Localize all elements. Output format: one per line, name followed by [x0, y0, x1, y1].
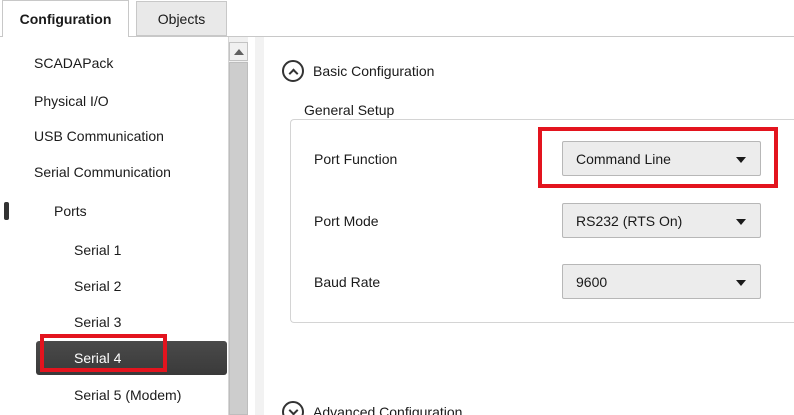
tab-objects[interactable]: Objects — [136, 1, 227, 36]
select-value: 9600 — [576, 273, 608, 290]
tree-item-label: Serial 1 — [74, 242, 122, 258]
tree-item-label: Serial 3 — [74, 314, 122, 330]
tree-item-scadapack[interactable]: SCADAPack — [0, 46, 228, 80]
dropdown-arrow-icon — [736, 219, 746, 225]
port-mode-label: Port Mode — [314, 213, 379, 229]
tree-item-label: Serial 2 — [74, 278, 122, 294]
tree-item-serial-communication[interactable]: Serial Communication — [0, 155, 228, 189]
section-title: Basic Configuration — [313, 63, 435, 79]
tree-item-label: Ports — [54, 203, 87, 219]
scroll-up-button[interactable] — [229, 42, 248, 61]
tree-item-label: Serial 4 — [74, 350, 122, 366]
tab-label: Objects — [157, 10, 206, 27]
select-value: RS232 (RTS On) — [576, 212, 683, 229]
tab-strip: Configuration Objects — [0, 0, 794, 38]
tree-item-physical-io[interactable]: Physical I/O — [0, 84, 228, 118]
tab-label: Configuration — [19, 11, 112, 27]
tree-item-serial-4[interactable]: Serial 4 — [36, 341, 227, 375]
advanced-configuration-header[interactable]: Advanced Configuration — [282, 401, 462, 415]
tree-item-usb-communication[interactable]: USB Communication — [0, 119, 228, 153]
tree-item-ports[interactable]: Ports — [0, 194, 228, 228]
expand-down-icon[interactable] — [282, 401, 304, 415]
baud-rate-label: Baud Rate — [314, 274, 381, 290]
dropdown-arrow-icon — [736, 157, 746, 163]
scrollbar-thumb[interactable] — [229, 62, 248, 415]
baud-rate-select[interactable]: 9600 — [562, 264, 761, 299]
dropdown-arrow-icon — [736, 280, 746, 286]
port-function-label: Port Function — [314, 151, 398, 167]
port-mode-select[interactable]: RS232 (RTS On) — [562, 203, 761, 238]
tree-item-label: Serial Communication — [34, 164, 171, 180]
tree-item-label: USB Communication — [34, 128, 164, 144]
section-title: Advanced Configuration — [313, 404, 463, 415]
tree-item-serial-2[interactable]: Serial 2 — [0, 269, 228, 303]
tree-item-serial-5-modem[interactable]: Serial 5 (Modem) — [0, 378, 228, 412]
tree-scrollbar[interactable] — [228, 37, 248, 415]
tree-item-serial-3[interactable]: Serial 3 — [0, 305, 228, 339]
tree-item-label: SCADAPack — [34, 55, 114, 71]
tree-item-label: Serial 5 (Modem) — [74, 387, 182, 403]
tree-item-label: Physical I/O — [34, 93, 109, 109]
config-tree: SCADAPack Physical I/O USB Communication… — [0, 37, 228, 415]
configuration-panel: Basic Configuration General Setup Port F… — [264, 37, 794, 415]
app-window: Configuration Objects SCADAPack Physical… — [0, 0, 794, 415]
collapse-up-icon[interactable] — [282, 60, 304, 82]
group-title: General Setup — [300, 102, 399, 118]
select-value: Command Line — [576, 150, 671, 167]
arrow-up-icon — [233, 48, 244, 55]
panel-splitter[interactable] — [255, 37, 264, 415]
tab-configuration[interactable]: Configuration — [2, 0, 129, 38]
basic-configuration-header[interactable]: Basic Configuration — [282, 60, 434, 82]
port-function-select[interactable]: Command Line — [562, 141, 761, 176]
tree-item-serial-1[interactable]: Serial 1 — [0, 233, 228, 267]
